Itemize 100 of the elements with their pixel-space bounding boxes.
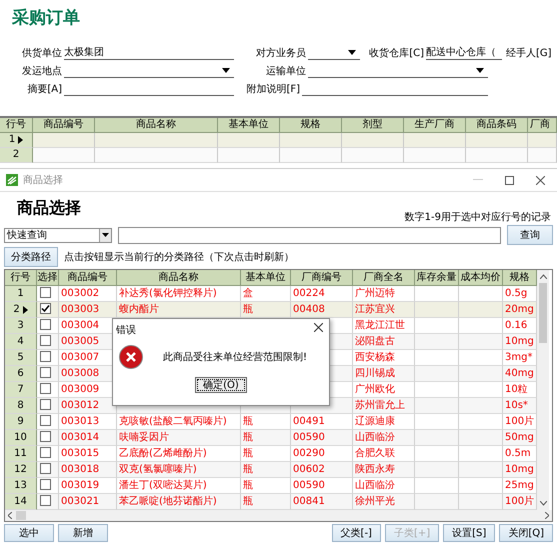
action-button[interactable]: 选中 — [4, 524, 54, 542]
scroll-thumb[interactable] — [539, 283, 547, 343]
scroll-down-icon[interactable] — [540, 501, 546, 506]
grid-cell[interactable] — [218, 148, 280, 163]
table-row[interactable]: 11 003015 乙底酚(乙烯雌酚片) 瓶 00290 合肥久联 0.5m — [5, 446, 537, 462]
action-button[interactable]: 设置[S] — [443, 524, 496, 542]
row-header[interactable]: 12 — [5, 462, 37, 478]
row-header[interactable]: 13 — [5, 478, 37, 494]
checkbox[interactable] — [40, 335, 51, 346]
checkbox[interactable] — [40, 351, 51, 362]
table-cell: 0.5m — [505, 448, 531, 459]
table-cell: 四川锡成 — [355, 368, 395, 379]
action-button[interactable]: 关闭[Q] — [499, 524, 553, 542]
checkbox[interactable] — [40, 383, 51, 394]
table-row[interactable]: 12 003018 双克(氢氯噻嗪片) 瓶 00602 陕西永寿 10mg — [5, 462, 537, 478]
table-row[interactable]: 14 003021 苯乙哌啶(地芬诺酯片) 瓶 00841 徐州平光 100片 — [5, 494, 537, 510]
row-number: 9 — [17, 415, 24, 429]
grid-cell[interactable] — [342, 148, 404, 163]
row-header[interactable]: 5 — [5, 350, 37, 366]
checkbox[interactable] — [40, 287, 51, 298]
grid-cell[interactable] — [466, 133, 528, 148]
table-cell: 乙底酚(乙烯雌酚片) — [119, 448, 207, 459]
vertical-scrollbar[interactable] — [537, 270, 549, 510]
table-cell: 003008 — [61, 368, 100, 379]
search-mode-dropdown[interactable]: 快速查询 — [4, 228, 112, 242]
row-header[interactable]: 11 — [5, 446, 37, 462]
checkbox[interactable] — [40, 447, 51, 458]
grid-cell[interactable] — [280, 148, 342, 163]
grid-cell[interactable] — [342, 133, 404, 148]
checkbox[interactable] — [40, 399, 51, 410]
row-header[interactable]: 2 — [0, 148, 33, 163]
close-icon[interactable] — [536, 176, 545, 184]
dropdown-arrow-icon[interactable] — [222, 68, 230, 73]
checkbox[interactable] — [40, 415, 51, 426]
grid-cell[interactable] — [528, 133, 557, 148]
dropdown-arrow-icon[interactable] — [476, 68, 484, 73]
field-value: 太极集团 — [64, 46, 104, 59]
grid-cell[interactable] — [404, 148, 466, 163]
scroll-left-icon[interactable] — [8, 512, 12, 519]
scroll-right-icon[interactable] — [545, 512, 549, 519]
row-header[interactable]: 3 — [5, 318, 37, 334]
grid-cell[interactable] — [95, 148, 218, 163]
checkbox[interactable] — [40, 303, 51, 314]
row-header[interactable]: 8 — [5, 398, 37, 414]
checkbox[interactable] — [40, 463, 51, 474]
grid-cell[interactable] — [280, 133, 342, 148]
text-field[interactable]: 太极集团 — [64, 45, 234, 60]
grid-cell[interactable] — [95, 133, 218, 148]
column-header: 基本单位 — [241, 270, 291, 286]
grid-cell[interactable] — [466, 148, 528, 163]
field-label: 附加说明[F] — [245, 82, 301, 96]
row-header[interactable]: 1 — [0, 133, 33, 148]
checkbox[interactable] — [40, 479, 51, 490]
action-button[interactable]: 父类[-] — [332, 524, 381, 542]
grid-cell[interactable] — [528, 148, 557, 163]
table-row[interactable]: 2 003003 蝮内酯片 瓶 00408 江苏宜兴 20mg — [5, 302, 537, 318]
scroll-up-icon[interactable] — [540, 274, 546, 279]
table-cell: 补达秀(氯化钾控释片) — [119, 288, 217, 299]
table-row[interactable]: 13 003019 潘生丁(双嘧达莫片) 瓶 00590 山西临汾 25mg — [5, 478, 537, 494]
table-cell: 003014 — [61, 432, 100, 443]
checkbox[interactable] — [40, 367, 51, 378]
row-header[interactable]: 10 — [5, 430, 37, 446]
grid-row[interactable]: 1 — [0, 133, 557, 148]
grid-cell[interactable] — [33, 148, 95, 163]
grid-cell[interactable] — [33, 133, 95, 148]
text-field[interactable]: 配送中心仓库（ — [426, 45, 502, 60]
column-header: 厂商编号 — [291, 270, 353, 286]
table-row[interactable]: 9 003013 克咳敏(盐酸二氧丙嗪片) 瓶 00491 辽源迪康 100片 — [5, 414, 537, 430]
action-button[interactable]: 新增 — [58, 524, 108, 542]
table-row[interactable]: 1 003002 补达秀(氯化钾控释片) 盒 00224 广州迈特 0.5g — [5, 286, 537, 302]
scroll-thumb[interactable] — [16, 511, 26, 520]
row-header[interactable]: 2 — [5, 302, 37, 318]
table-cell: 003009 — [61, 384, 100, 395]
row-header[interactable]: 1 — [5, 286, 37, 302]
search-button[interactable]: 查询 — [507, 225, 553, 245]
maximize-icon[interactable] — [505, 176, 514, 184]
ok-button[interactable]: 确定(O) — [195, 377, 247, 393]
table-cell: 苏州雷允上 — [355, 400, 405, 411]
dropdown-arrow-icon[interactable] — [348, 50, 356, 55]
horizontal-scrollbar[interactable] — [5, 510, 552, 521]
checkbox[interactable] — [40, 319, 51, 330]
checkbox[interactable] — [40, 431, 51, 442]
category-path-button[interactable]: 分类路径 — [4, 247, 58, 267]
table-row[interactable]: 10 003014 呋喃妥因片 瓶 00590 山西临汾 50mg — [5, 430, 537, 446]
search-field[interactable] — [118, 226, 501, 244]
checkbox[interactable] — [40, 495, 51, 506]
grid-row[interactable]: 2 — [0, 148, 557, 163]
current-row-icon — [22, 306, 28, 314]
grid-cell[interactable] — [404, 133, 466, 148]
error-icon — [119, 345, 143, 369]
row-header[interactable]: 4 — [5, 334, 37, 350]
table-cell: 山西临汾 — [355, 432, 395, 443]
close-icon[interactable] — [314, 323, 323, 332]
row-header[interactable]: 7 — [5, 382, 37, 398]
row-header[interactable]: 9 — [5, 414, 37, 430]
row-header[interactable]: 6 — [5, 366, 37, 382]
grid-cell[interactable] — [218, 133, 280, 148]
error-message: 此商品受往来单位经营范围限制! — [163, 350, 308, 364]
table-cell: 广州迈特 — [355, 288, 395, 299]
row-header[interactable]: 14 — [5, 494, 37, 510]
